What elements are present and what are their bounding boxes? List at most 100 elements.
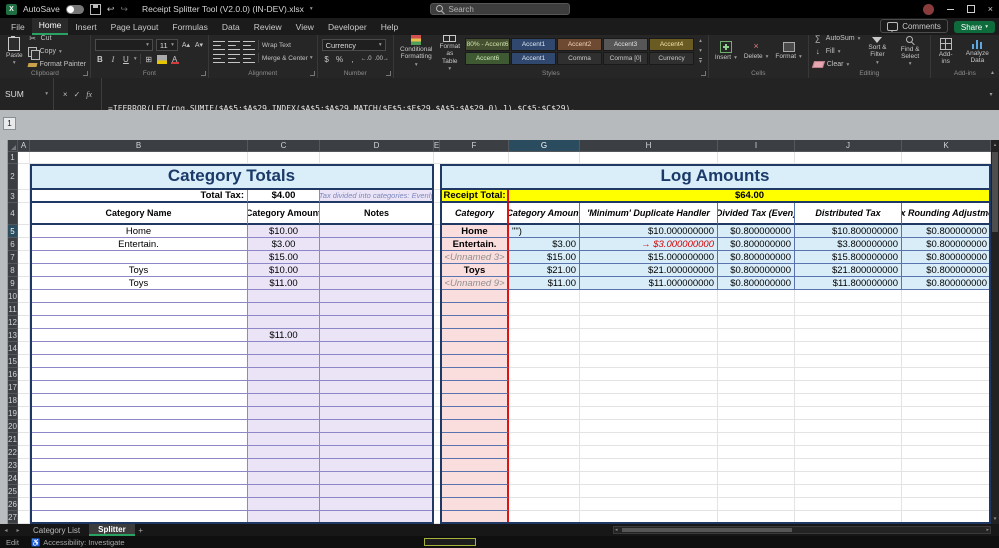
scroll-up-icon[interactable]: ▴ — [991, 142, 999, 148]
cell-H23[interactable] — [580, 459, 718, 472]
cell-F3[interactable]: Receipt Total: — [440, 190, 509, 203]
cell-B20[interactable] — [30, 420, 248, 433]
cell-D4[interactable]: Notes — [320, 203, 434, 225]
cell-H26[interactable] — [580, 498, 718, 511]
column-header-J[interactable]: J — [795, 140, 902, 152]
row-header-23[interactable]: 23 — [8, 459, 18, 472]
row-header-18[interactable]: 18 — [8, 394, 18, 407]
cell-D5[interactable] — [320, 225, 434, 238]
cell-B4[interactable]: Category Name — [30, 203, 248, 225]
row-header-13[interactable]: 13 — [8, 329, 18, 342]
cell-C16[interactable] — [248, 368, 320, 381]
cell-B1[interactable] — [30, 152, 248, 164]
cell-G3[interactable]: $64.00 — [509, 190, 991, 203]
cell-D7[interactable] — [320, 251, 434, 264]
column-header-A[interactable]: A — [18, 140, 30, 152]
cell-I18[interactable] — [718, 394, 795, 407]
cell-J23[interactable] — [795, 459, 902, 472]
row-header-22[interactable]: 22 — [8, 446, 18, 459]
cell-K8[interactable]: $0.800000000 — [902, 264, 991, 277]
row-header-5[interactable]: 5 — [8, 225, 18, 238]
cell-A5[interactable] — [18, 225, 30, 238]
cell-F26[interactable] — [440, 498, 509, 511]
row-header-8[interactable]: 8 — [8, 264, 18, 277]
cell-K15[interactable] — [902, 355, 991, 368]
cell-C7[interactable]: $15.00 — [248, 251, 320, 264]
cell-A14[interactable] — [18, 342, 30, 355]
cell-G9[interactable]: $11.00 — [509, 277, 580, 290]
horizontal-scrollbar[interactable]: ◂ ▸ — [613, 526, 991, 534]
cell-I1[interactable] — [718, 152, 795, 164]
cell-H11[interactable] — [580, 303, 718, 316]
cell-I13[interactable] — [718, 329, 795, 342]
cell-H18[interactable] — [580, 394, 718, 407]
cell-B26[interactable] — [30, 498, 248, 511]
cell-D24[interactable] — [320, 472, 434, 485]
cell-K12[interactable] — [902, 316, 991, 329]
cell-K11[interactable] — [902, 303, 991, 316]
cell-H7[interactable]: $15.000000000 — [580, 251, 718, 264]
cell-C14[interactable] — [248, 342, 320, 355]
cell-C12[interactable] — [248, 316, 320, 329]
cell-C5[interactable]: $10.00 — [248, 225, 320, 238]
cell-D1[interactable] — [320, 152, 434, 164]
cell-C24[interactable] — [248, 472, 320, 485]
cell-C1[interactable] — [248, 152, 320, 164]
cell-F27[interactable] — [440, 511, 509, 524]
cell-B5[interactable]: Home — [30, 225, 248, 238]
cell-A3[interactable] — [18, 190, 30, 203]
cell-D27[interactable] — [320, 511, 434, 524]
cell-F2[interactable]: Log Amounts — [440, 164, 991, 190]
cell-J16[interactable] — [795, 368, 902, 381]
row-header-1[interactable]: 1 — [8, 152, 18, 164]
cell-G23[interactable] — [509, 459, 580, 472]
cell-J24[interactable] — [795, 472, 902, 485]
cell-B6[interactable]: Entertain. — [30, 238, 248, 251]
scroll-down-icon[interactable]: ▾ — [991, 516, 999, 522]
cell-G21[interactable] — [509, 433, 580, 446]
cell-J13[interactable] — [795, 329, 902, 342]
cell-D14[interactable] — [320, 342, 434, 355]
column-header-K[interactable]: K — [902, 140, 991, 152]
cell-B18[interactable] — [30, 394, 248, 407]
column-header-D[interactable]: D — [320, 140, 434, 152]
cell-B19[interactable] — [30, 407, 248, 420]
cell-H21[interactable] — [580, 433, 718, 446]
cell-A7[interactable] — [18, 251, 30, 264]
cell-K1[interactable] — [902, 152, 991, 164]
cell-C17[interactable] — [248, 381, 320, 394]
cell-C8[interactable]: $10.00 — [248, 264, 320, 277]
cell-I27[interactable] — [718, 511, 795, 524]
cell-K6[interactable]: $0.800000000 — [902, 238, 991, 251]
cell-A13[interactable] — [18, 329, 30, 342]
cell-K16[interactable] — [902, 368, 991, 381]
scroll-right-icon[interactable]: ▸ — [986, 527, 989, 533]
cell-D25[interactable] — [320, 485, 434, 498]
cell-C6[interactable]: $3.00 — [248, 238, 320, 251]
cell-J4[interactable]: Distributed Tax — [795, 203, 902, 225]
cell-B11[interactable] — [30, 303, 248, 316]
cell-D20[interactable] — [320, 420, 434, 433]
cell-I11[interactable] — [718, 303, 795, 316]
cell-I17[interactable] — [718, 381, 795, 394]
cell-C20[interactable] — [248, 420, 320, 433]
cell-C15[interactable] — [248, 355, 320, 368]
select-all-button[interactable] — [8, 140, 18, 152]
cell-J27[interactable] — [795, 511, 902, 524]
cell-F5[interactable]: Home — [440, 225, 509, 238]
cell-B24[interactable] — [30, 472, 248, 485]
cell-K9[interactable]: $0.800000000 — [902, 277, 991, 290]
row-header-24[interactable]: 24 — [8, 472, 18, 485]
row-header-2[interactable]: 2 — [8, 164, 18, 190]
cell-H8[interactable]: $21.000000000 — [580, 264, 718, 277]
cell-G11[interactable] — [509, 303, 580, 316]
cell-G13[interactable] — [509, 329, 580, 342]
cell-H10[interactable] — [580, 290, 718, 303]
cell-G22[interactable] — [509, 446, 580, 459]
row-header-9[interactable]: 9 — [8, 277, 18, 290]
cell-G1[interactable] — [509, 152, 580, 164]
cell-A20[interactable] — [18, 420, 30, 433]
row-header-7[interactable]: 7 — [8, 251, 18, 264]
cell-K10[interactable] — [902, 290, 991, 303]
cell-A4[interactable] — [18, 203, 30, 225]
